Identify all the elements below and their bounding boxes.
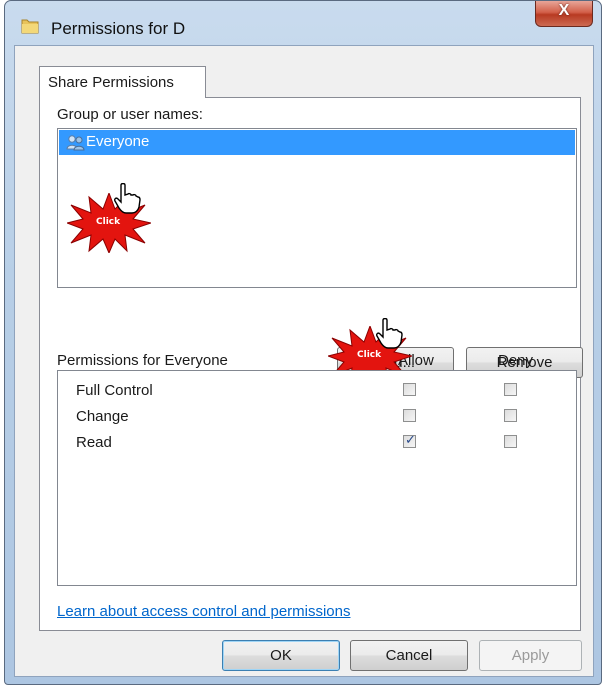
deny-checkbox-read[interactable] [504,435,517,448]
learn-more-link[interactable]: Learn about access control and permissio… [57,603,351,620]
allow-checkbox-read[interactable]: ✓ [403,432,416,448]
title-bar[interactable]: Permissions for D X [5,1,601,45]
allow-checkbox-change[interactable] [403,409,416,422]
window-title: Permissions for D [51,19,186,38]
click-label: Click [357,350,382,360]
cancel-button[interactable]: Cancel [350,640,468,671]
dialog-body: Share Permissions Group or user names: E… [14,45,594,677]
hand-cursor-icon [376,318,403,349]
users-icon [66,135,85,151]
group-names-label: Group or user names: [57,106,203,123]
permission-name: Full Control [76,382,153,399]
apply-button[interactable]: Apply [479,640,582,671]
tab-panel: Group or user names: Everyone Click Add.… [39,97,583,631]
tab-label: Share Permissions [48,74,174,91]
deny-column-header: Deny [498,352,534,369]
close-icon: X [558,2,570,19]
click-label: Click [96,217,121,227]
tab-share-permissions[interactable]: Share Permissions [39,66,206,98]
permission-name: Change [76,408,129,425]
allow-checkbox-full-control[interactable] [403,383,416,396]
permissions-window: Permissions for D X Share Permissions Gr… [4,0,602,685]
folder-icon [21,19,39,34]
list-item-label: Everyone [86,133,150,150]
deny-checkbox-change[interactable] [504,409,517,422]
hand-cursor-icon [114,183,141,214]
deny-checkbox-full-control[interactable] [504,383,517,396]
click-annotation-burst: Click [65,183,153,255]
checkmark-icon: ✓ [405,432,416,447]
permission-row-change: Change [58,405,576,431]
ok-button[interactable]: OK [222,640,340,671]
permissions-for-label: Permissions for Everyone [57,352,228,369]
permission-row-read: Read ✓ [58,431,576,457]
list-item-everyone[interactable]: Everyone [59,130,575,155]
permissions-list: Full Control Change Read ✓ [57,370,577,586]
permission-name: Read [76,434,112,451]
permission-row-full-control: Full Control [58,379,576,405]
close-button[interactable]: X [535,1,593,27]
